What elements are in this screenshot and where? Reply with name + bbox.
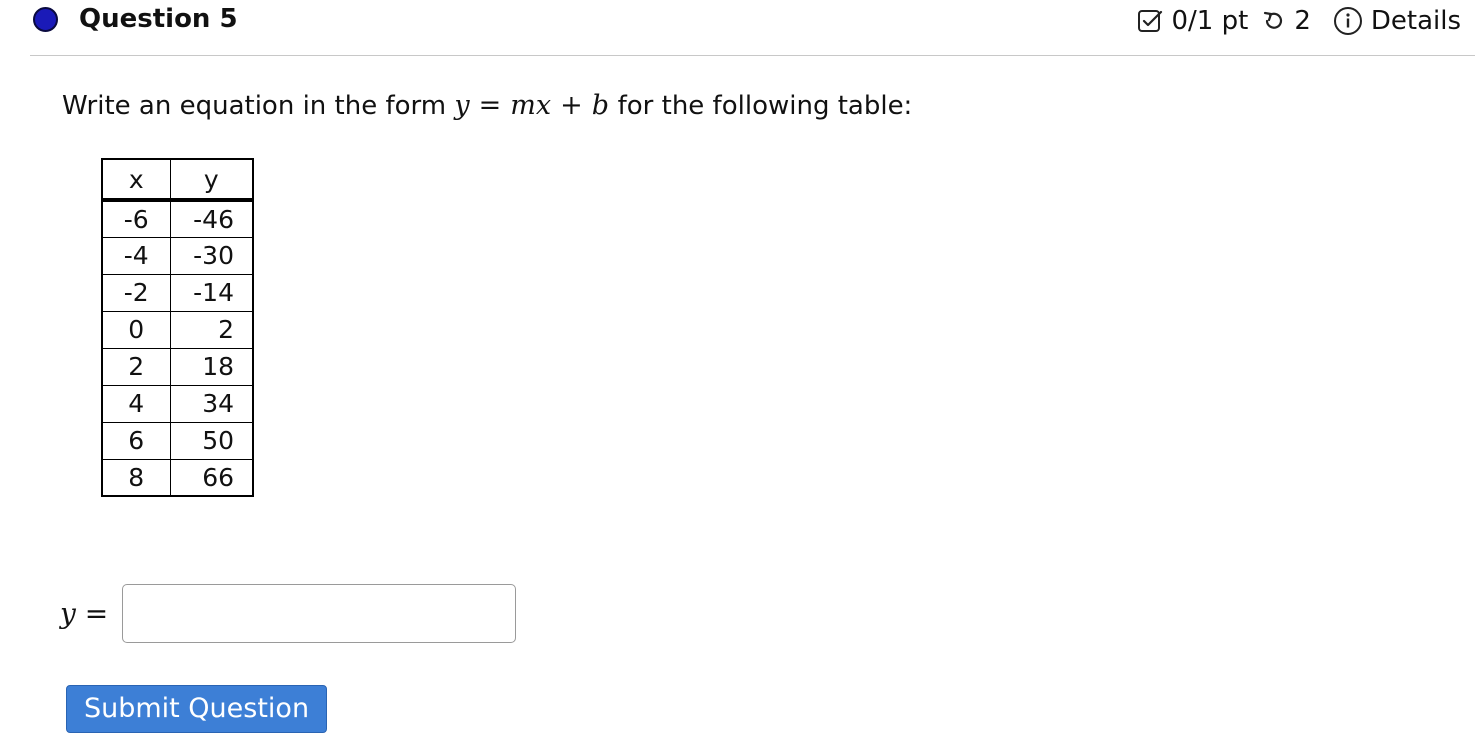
x-cell: -6: [101, 199, 171, 238]
table-row: -2 -14: [101, 273, 254, 312]
question-title: Question 5: [79, 4, 238, 34]
y-cell: 50: [169, 421, 254, 460]
table-header-row: x y: [101, 158, 254, 202]
answer-row: y =: [60, 584, 516, 643]
question-status-dot: [33, 7, 58, 32]
answer-label: y =: [60, 597, 109, 630]
xy-table: x y -6 -46 -4 -30 -2 -14 0 2 2 18 4 34 6: [101, 158, 254, 497]
prompt-text-after: for the following table:: [617, 91, 913, 121]
answer-input[interactable]: [122, 584, 516, 643]
prompt-text-before: Write an equation in the form: [62, 91, 447, 121]
question-meta: 0/1 pt 2 Details: [1136, 4, 1461, 38]
retry-icon: [1262, 9, 1286, 33]
score-text: 0/1 pt: [1171, 6, 1249, 36]
y-cell: 66: [169, 458, 254, 497]
x-cell: 0: [101, 310, 171, 349]
table-row: 8 66: [101, 458, 254, 497]
column-header-x: x: [101, 158, 171, 202]
table-row: 2 18: [101, 347, 254, 386]
info-icon[interactable]: [1333, 6, 1363, 36]
details-link[interactable]: Details: [1371, 4, 1461, 38]
submit-question-button[interactable]: Submit Question: [66, 685, 327, 733]
math-b: b: [591, 90, 610, 121]
equation-form: y = mx + b: [454, 90, 617, 121]
y-cell: -46: [169, 199, 254, 238]
math-equals: =: [478, 90, 502, 121]
attempts-count: 2: [1294, 6, 1311, 36]
math-plus: +: [560, 90, 583, 121]
x-cell: -2: [101, 273, 171, 312]
table-row: -4 -30: [101, 236, 254, 275]
y-cell: 2: [169, 310, 254, 349]
x-cell: 8: [101, 458, 171, 497]
x-cell: 2: [101, 347, 171, 386]
checkbox-check-icon: [1136, 7, 1164, 35]
header-divider: [30, 55, 1475, 56]
math-y: y: [454, 90, 470, 121]
table-row: 4 34: [101, 384, 254, 423]
x-cell: -4: [101, 236, 171, 275]
x-cell: 4: [101, 384, 171, 423]
x-cell: 6: [101, 421, 171, 460]
question-header: Question 5 0/1 pt 2 Details: [0, 0, 1475, 56]
y-cell: -14: [169, 273, 254, 312]
y-cell: 34: [169, 384, 254, 423]
y-cell: 18: [169, 347, 254, 386]
column-header-y: y: [169, 158, 254, 202]
y-cell: -30: [169, 236, 254, 275]
table-row: -6 -46: [101, 199, 254, 238]
table-row: 6 50: [101, 421, 254, 460]
question-prompt: Write an equation in the form y = mx + b for…: [62, 88, 912, 124]
table-row: 0 2: [101, 310, 254, 349]
math-mx: mx: [510, 90, 552, 121]
